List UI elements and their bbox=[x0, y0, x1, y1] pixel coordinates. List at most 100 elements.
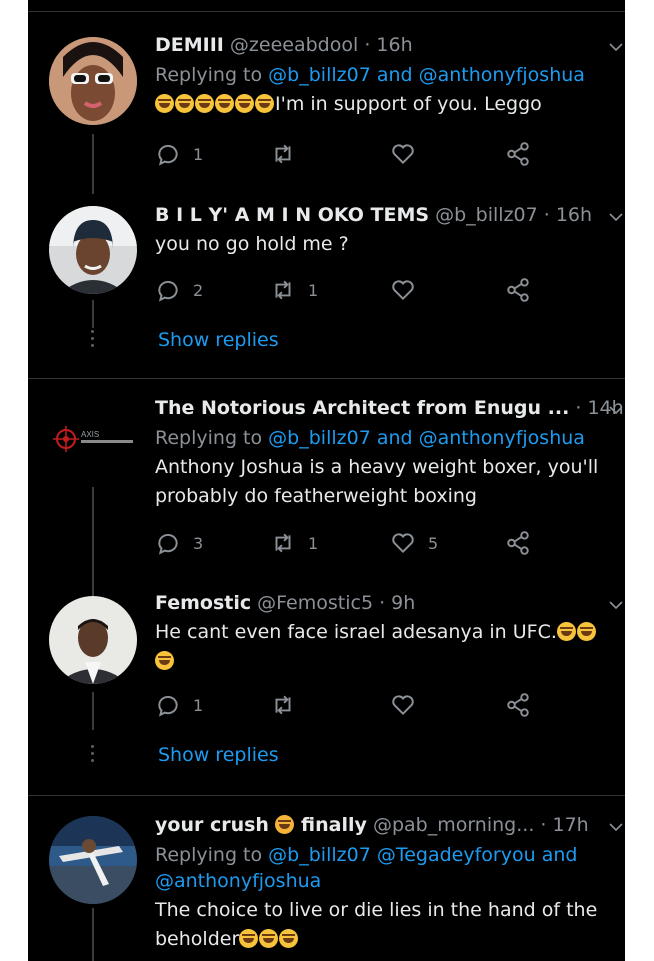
heart-icon bbox=[392, 144, 414, 165]
retweet-button[interactable]: 1 bbox=[270, 529, 318, 557]
more-replies-dots bbox=[90, 745, 96, 766]
tweet-text: He cant even face israel adesanya in UFC… bbox=[155, 618, 607, 676]
mention-link[interactable]: @b_billz07 bbox=[268, 844, 371, 866]
replying-to: Replying to @b_billz07 and @anthonyfjosh… bbox=[155, 64, 585, 86]
share-icon bbox=[507, 278, 529, 302]
tweet-text: I'm in support of you. Leggo bbox=[155, 90, 607, 119]
emoji-tears-of-joy bbox=[155, 650, 175, 672]
tweet-demiii[interactable]: DEMIII @zeeeabdool · 16h Replying to @b_… bbox=[28, 30, 625, 194]
tweet-notorious-architect[interactable]: AXIS The Notorious Architect from Enugu … bbox=[28, 395, 625, 597]
emoji-tears-of-joy bbox=[239, 928, 299, 950]
reply-button[interactable]: 2 bbox=[155, 276, 203, 304]
handle[interactable]: @zeeeabdool bbox=[230, 34, 358, 56]
and-link[interactable]: and bbox=[542, 844, 578, 866]
display-name[interactable]: DEMIII bbox=[155, 34, 224, 56]
like-button[interactable] bbox=[390, 691, 428, 719]
display-name-suffix[interactable]: finally bbox=[301, 814, 367, 836]
chevron-down-icon[interactable] bbox=[609, 210, 623, 224]
chevron-down-icon[interactable] bbox=[609, 598, 623, 612]
thread-line bbox=[92, 692, 94, 730]
avatar[interactable] bbox=[49, 816, 137, 904]
divider bbox=[28, 378, 625, 379]
share-button[interactable] bbox=[505, 276, 531, 304]
tweet-header: DEMIII @zeeeabdool · 16h bbox=[155, 32, 607, 58]
reply-icon bbox=[158, 145, 178, 166]
mention-link[interactable]: @anthonyfjoshua bbox=[419, 64, 585, 86]
mention-link[interactable]: @Tegadeyforyou bbox=[377, 844, 536, 866]
share-icon bbox=[507, 693, 529, 717]
top-divider bbox=[28, 11, 625, 12]
reply-icon bbox=[158, 281, 178, 302]
like-button[interactable] bbox=[390, 276, 428, 304]
thread-line bbox=[92, 134, 94, 194]
tweet-text: you no go hold me ? bbox=[155, 233, 349, 255]
tweet-header: your crush finally @pab_morning... · 17h bbox=[155, 812, 607, 838]
tweet-header: The Notorious Architect from Enugu ... ·… bbox=[155, 395, 624, 421]
like-button[interactable]: 5 bbox=[390, 529, 438, 557]
retweet-button[interactable] bbox=[270, 140, 308, 168]
avatar[interactable] bbox=[49, 596, 137, 684]
handle[interactable]: @Femostic5 bbox=[257, 592, 373, 614]
avatar[interactable]: AXIS bbox=[49, 395, 137, 483]
chevron-down-icon[interactable] bbox=[609, 820, 623, 834]
handle[interactable]: @b_billz07 bbox=[435, 204, 538, 226]
heart-icon bbox=[392, 533, 414, 554]
retweet-icon bbox=[275, 695, 291, 715]
timestamp: · 16h bbox=[543, 204, 593, 226]
chevron-down-icon[interactable] bbox=[609, 403, 623, 417]
share-icon bbox=[507, 142, 529, 166]
tweet-header: B I L Y' A M I N OKO TEMS @b_billz07 · 1… bbox=[155, 202, 607, 228]
logo-text: AXIS bbox=[81, 430, 99, 439]
tweet-text: The choice to live or die lies in the ha… bbox=[155, 899, 598, 950]
thread-line bbox=[92, 908, 94, 961]
reply-button[interactable]: 3 bbox=[155, 529, 203, 557]
reply-button[interactable]: 1 bbox=[155, 140, 203, 168]
tweet-text: Anthony Joshua is a heavy weight boxer, … bbox=[155, 456, 599, 507]
reply-icon bbox=[158, 534, 178, 555]
thread-line bbox=[92, 300, 94, 328]
handle[interactable]: @pab_morning... bbox=[373, 814, 534, 836]
share-button[interactable] bbox=[505, 529, 531, 557]
timestamp: · 9h bbox=[379, 592, 416, 614]
mention-link[interactable]: @b_billz07 bbox=[268, 427, 371, 449]
retweet-icon bbox=[275, 280, 291, 300]
heart-icon bbox=[392, 695, 414, 716]
more-replies-dots bbox=[90, 330, 96, 351]
tweet-femostic[interactable]: Femostic @Femostic5 · 9h He cant even fa… bbox=[28, 590, 625, 780]
show-replies-link[interactable]: Show replies bbox=[158, 329, 279, 351]
tweet-your-crush[interactable]: your crush finally @pab_morning... · 17h… bbox=[28, 812, 625, 961]
emoji-rofl bbox=[155, 93, 275, 115]
display-name[interactable]: The Notorious Architect from Enugu ... bbox=[155, 397, 569, 419]
mention-link[interactable]: @b_billz07 bbox=[268, 64, 371, 86]
retweet-icon bbox=[275, 144, 291, 164]
retweet-button[interactable] bbox=[270, 691, 308, 719]
avatar[interactable] bbox=[49, 206, 137, 294]
reply-thread-screen: DEMIII @zeeeabdool · 16h Replying to @b_… bbox=[28, 0, 625, 961]
retweet-button[interactable]: 1 bbox=[270, 276, 318, 304]
display-name[interactable]: your crush bbox=[155, 814, 269, 836]
retweet-icon bbox=[275, 533, 291, 553]
tweet-header: Femostic @Femostic5 · 9h bbox=[155, 590, 607, 616]
share-icon bbox=[507, 531, 529, 555]
share-button[interactable] bbox=[505, 691, 531, 719]
mention-link[interactable]: @anthonyfjoshua bbox=[155, 870, 321, 892]
reply-button[interactable]: 1 bbox=[155, 691, 203, 719]
reply-icon bbox=[158, 696, 178, 717]
chevron-down-icon[interactable] bbox=[609, 40, 623, 54]
show-replies-link[interactable]: Show replies bbox=[158, 744, 279, 766]
share-button[interactable] bbox=[505, 140, 531, 168]
avatar[interactable] bbox=[49, 37, 137, 125]
timestamp: · 16h bbox=[364, 34, 413, 56]
heart-icon bbox=[392, 280, 414, 301]
replying-to: Replying to @b_billz07 @Tegadeyforyou an… bbox=[155, 844, 578, 892]
emoji-tears-of-joy bbox=[556, 621, 597, 643]
display-name[interactable]: B I L Y' A M I N OKO TEMS bbox=[155, 204, 429, 226]
like-button[interactable] bbox=[390, 140, 428, 168]
and-link[interactable]: and bbox=[377, 427, 413, 449]
timestamp: · 17h bbox=[540, 814, 589, 836]
and-link[interactable]: and bbox=[377, 64, 413, 86]
divider bbox=[28, 795, 625, 796]
mention-link[interactable]: @anthonyfjoshua bbox=[419, 427, 585, 449]
tweet-bilyamin[interactable]: B I L Y' A M I N OKO TEMS @b_billz07 · 1… bbox=[28, 200, 625, 375]
display-name[interactable]: Femostic bbox=[155, 592, 251, 614]
